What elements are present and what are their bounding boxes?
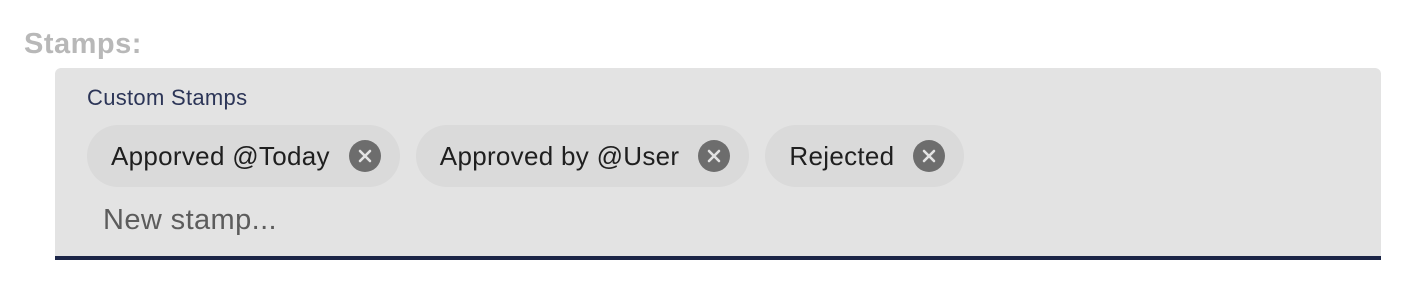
custom-stamps-label: Custom Stamps [87, 85, 248, 110]
close-circle-icon[interactable] [698, 140, 731, 172]
custom-stamps-field[interactable]: Custom Stamps Apporved @Today Approved b… [55, 68, 1381, 260]
stamp-chip-label: Approved by @User [439, 140, 680, 171]
stamp-chip[interactable]: Approved by @User [415, 125, 750, 187]
stamp-chip[interactable]: Apporved @Today [87, 125, 400, 187]
stamp-chip-list: Apporved @Today Approved by @User Reject… [87, 125, 965, 187]
field-underline [55, 256, 1381, 260]
stamp-chip[interactable]: Rejected [765, 125, 965, 187]
new-stamp-input[interactable] [103, 198, 703, 242]
stamp-chip-label: Apporved @Today [111, 140, 330, 171]
stamps-section-label: Stamps: [24, 28, 142, 60]
close-circle-icon[interactable] [913, 140, 946, 172]
stamp-chip-label: Rejected [789, 140, 895, 171]
close-circle-icon[interactable] [348, 140, 381, 172]
